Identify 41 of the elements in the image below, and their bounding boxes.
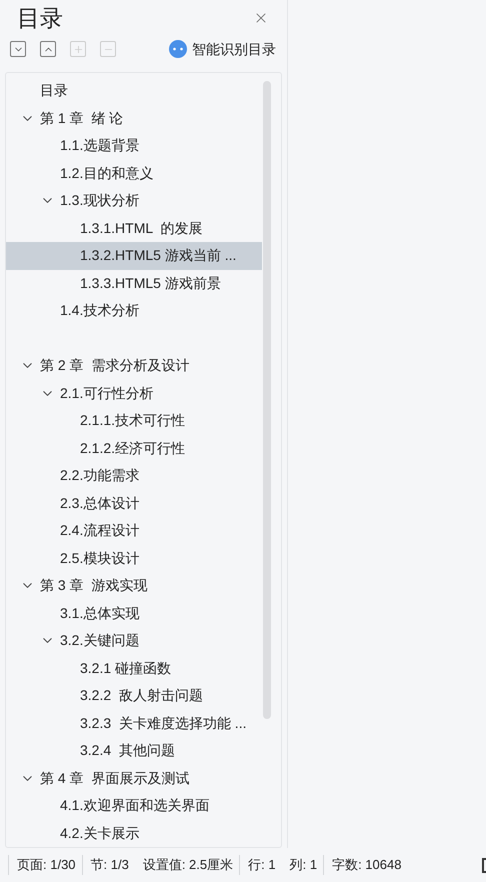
status-text: 设置值: 2.5厘米 xyxy=(142,856,234,874)
toc-item[interactable]: 3.2.3 关卡难度选择功能 ... xyxy=(6,710,262,737)
toc-item[interactable]: 3.1.总体实现 xyxy=(6,600,262,627)
status-text: 页面: 1/30 xyxy=(17,856,76,874)
toc-item[interactable]: 2.2.功能需求 xyxy=(6,462,262,490)
toc-item[interactable]: 1.2.目的和意义 xyxy=(6,160,262,187)
toc-item[interactable]: 2.1.2.经济可行性 xyxy=(6,434,262,462)
smart-toc-button[interactable]: 智能识别目录 xyxy=(169,38,276,60)
toc-item[interactable]: 2.5.模块设计 xyxy=(6,544,262,572)
toc-item[interactable]: 2.1.可行性分析 xyxy=(6,380,262,407)
toc-item[interactable]: 1.1.选题背景 xyxy=(6,132,262,160)
status-text: 列: 1 xyxy=(290,856,318,874)
collapse-all-button[interactable] xyxy=(40,41,56,57)
toc-item[interactable]: 第 3 章 游戏实现 xyxy=(6,572,262,600)
status-text: 字数: 10648 xyxy=(332,856,402,874)
toc-item[interactable]: 1.4.技术分析 xyxy=(6,297,262,324)
robot-icon xyxy=(169,40,187,58)
toc-item[interactable]: 第 1 章 绪 论 xyxy=(6,104,262,132)
toc-item[interactable]: 1.3.现状分析 xyxy=(6,187,262,214)
toc-item[interactable]: 4.1.欢迎界面和选关界面 xyxy=(6,792,262,820)
toc-item[interactable]: 3.2.2 敌人射击问题 xyxy=(6,682,262,710)
toc-item[interactable]: 1.3.3.HTML5 游戏前景 xyxy=(6,270,262,297)
toc-item[interactable]: 3.2.1 碰撞函数 xyxy=(6,654,262,682)
view-icon[interactable] xyxy=(482,858,486,872)
toc-item[interactable]: 4.2.关卡展示 xyxy=(6,820,262,847)
toc-item[interactable]: 目录 xyxy=(6,77,262,104)
toc-item[interactable]: 2.1.1.技术可行性 xyxy=(6,407,262,434)
toc-item[interactable]: 3.2.4 其他问题 xyxy=(6,737,262,764)
toc-item[interactable]: 第 4 章 界面展示及测试 xyxy=(6,764,262,792)
toc-item[interactable]: 第 2 章 需求分析及设计 xyxy=(6,352,262,380)
status-text: 行: 1 xyxy=(248,856,276,874)
toc-item[interactable]: 1.3.2.HTML5 游戏当前 ... xyxy=(6,242,262,270)
toc-item[interactable]: 2.4.流程设计 xyxy=(6,517,262,544)
toc-item[interactable]: 3.2.关键问题 xyxy=(6,627,262,654)
panel-title: 目录 xyxy=(17,4,63,33)
toc-item[interactable]: 2.3.总体设计 xyxy=(6,490,262,517)
expand-all-button[interactable] xyxy=(10,41,26,57)
plus-icon xyxy=(72,44,84,54)
status-text: 节: 1/3 xyxy=(90,856,129,874)
scrollbar-thumb[interactable] xyxy=(263,81,271,719)
toc-item[interactable]: 1.3.1.HTML 的发展 xyxy=(6,214,262,242)
